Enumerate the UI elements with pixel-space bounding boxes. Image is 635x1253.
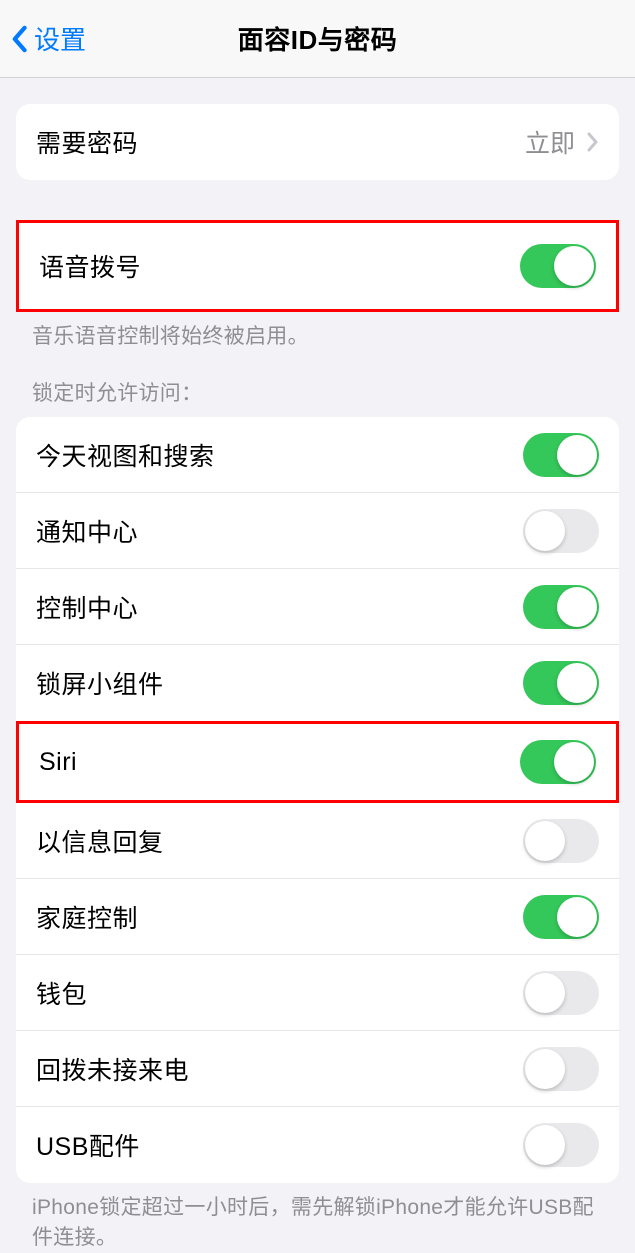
lock-item-row: USB配件 — [16, 1107, 619, 1183]
toggle-knob — [525, 973, 565, 1013]
lock-item-row: 今天视图和搜索 — [16, 417, 619, 493]
lock-item-toggle[interactable] — [523, 585, 599, 629]
back-label: 设置 — [34, 20, 86, 57]
require-passcode-label: 需要密码 — [36, 124, 138, 160]
lock-item-label: 以信息回复 — [36, 823, 164, 859]
chevron-left-icon — [10, 25, 28, 53]
lock-list-segment: 以信息回复家庭控制钱包回拨未接来电 USB配件 — [16, 803, 619, 1183]
voice-dial-toggle[interactable] — [520, 244, 596, 288]
page-title: 面容ID与密码 — [238, 20, 398, 57]
require-passcode-row[interactable]: 需要密码 立即 — [16, 104, 619, 180]
passcode-section: 需要密码 立即 — [16, 104, 619, 180]
nav-header: 设置 面容ID与密码 — [0, 0, 635, 78]
lock-item-label: 控制中心 — [36, 589, 138, 625]
lock-item-toggle[interactable] — [523, 433, 599, 477]
lock-item-label: Siri — [39, 748, 77, 777]
lock-section-header: 锁定时允许访问： — [0, 351, 635, 417]
lock-item-row: 通知中心 — [16, 493, 619, 569]
lock-item-row: 钱包 — [16, 955, 619, 1031]
lock-item-label: 回拨未接来电 — [36, 1051, 189, 1087]
lock-item-label: 今天视图和搜索 — [36, 437, 215, 473]
lock-item-toggle[interactable] — [523, 895, 599, 939]
toggle-knob — [557, 663, 597, 703]
require-passcode-value: 立即 — [525, 124, 575, 160]
toggle-knob — [525, 1049, 565, 1089]
lock-item-row: Siri — [19, 724, 616, 800]
lock-item-toggle[interactable] — [523, 661, 599, 705]
toggle-knob — [557, 587, 597, 627]
voice-dial-label: 语音拨号 — [39, 248, 141, 284]
lock-item-label: 锁屏小组件 — [36, 665, 164, 701]
lock-item-row: 回拨未接来电 — [16, 1031, 619, 1107]
lock-item-toggle[interactable] — [523, 1123, 599, 1167]
lock-item-row: 以信息回复 — [16, 803, 619, 879]
toggle-knob — [525, 511, 565, 551]
toggle-knob — [557, 897, 597, 937]
lock-item-row: 家庭控制 — [16, 879, 619, 955]
toggle-knob — [525, 821, 565, 861]
voice-dial-footer: 音乐语音控制将始终被启用。 — [0, 312, 635, 351]
lock-item-label: USB配件 — [36, 1127, 140, 1163]
lock-access-section: 今天视图和搜索通知中心控制中心锁屏小组件 Siri 以信息回复家庭控制钱包回拨未接来… — [0, 417, 635, 1183]
lock-item-row: 锁屏小组件 — [16, 645, 619, 721]
lock-item-toggle[interactable] — [523, 509, 599, 553]
toggle-knob — [554, 246, 594, 286]
voice-dial-row: 语音拨号 — [19, 223, 616, 309]
toggle-knob — [557, 435, 597, 475]
siri-highlight: Siri — [16, 721, 619, 803]
lock-item-toggle[interactable] — [523, 971, 599, 1015]
back-button[interactable]: 设置 — [0, 20, 86, 57]
toggle-knob — [525, 1125, 565, 1165]
lock-item-toggle[interactable] — [523, 1047, 599, 1091]
lock-item-label: 家庭控制 — [36, 899, 138, 935]
lock-item-toggle[interactable] — [520, 740, 596, 784]
lock-list-segment: 今天视图和搜索通知中心控制中心锁屏小组件 — [16, 417, 619, 721]
lock-item-label: 通知中心 — [36, 513, 138, 549]
voice-dial-highlight: 语音拨号 — [16, 220, 619, 312]
lock-item-row: 控制中心 — [16, 569, 619, 645]
chevron-right-icon — [587, 132, 599, 152]
require-passcode-detail: 立即 — [525, 124, 599, 160]
lock-item-toggle[interactable] — [523, 819, 599, 863]
toggle-knob — [554, 742, 594, 782]
lock-section-footer: iPhone锁定超过一小时后，需先解锁iPhone才能允许USB配件连接。 — [0, 1183, 635, 1252]
lock-item-label: 钱包 — [36, 975, 87, 1011]
